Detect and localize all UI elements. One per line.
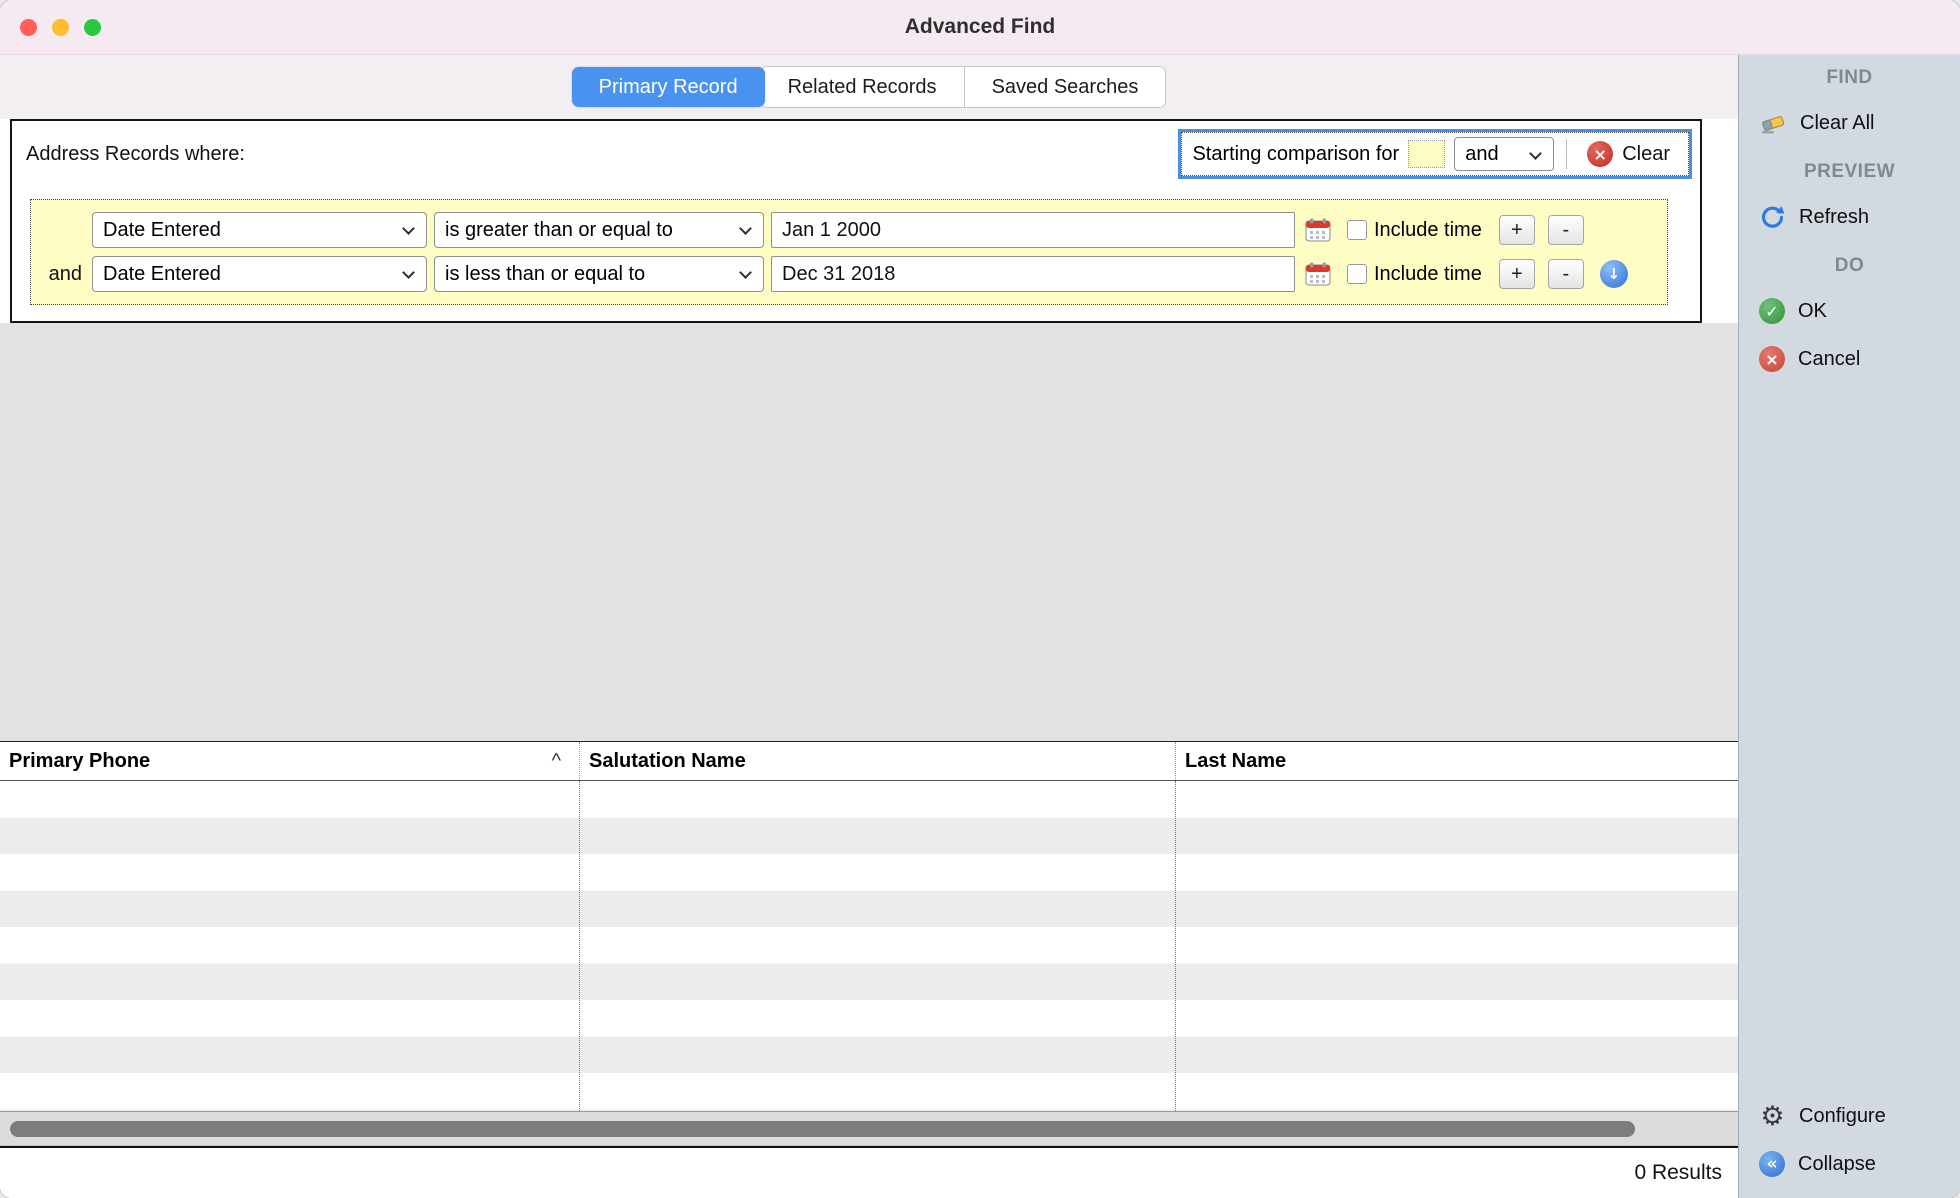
starting-comparison-box: Starting comparison for and × Clear xyxy=(1178,129,1692,179)
down-arrow-icon: ↓ xyxy=(1608,265,1621,283)
results-table-body xyxy=(0,781,1738,1111)
column-header-label: Salutation Name xyxy=(589,750,746,773)
collapse-icon: « xyxy=(1759,1151,1785,1177)
zoom-button[interactable] xyxy=(84,19,101,36)
include-time-label: Include time xyxy=(1374,219,1482,242)
calendar-icon xyxy=(1305,262,1331,286)
include-time-checkbox[interactable] xyxy=(1347,220,1367,240)
conjunction-label: and xyxy=(39,263,85,286)
operator-select[interactable]: is greater than or equal to xyxy=(434,212,764,248)
include-time-checkbox[interactable] xyxy=(1347,264,1367,284)
value-input[interactable] xyxy=(771,212,1295,248)
refresh-icon xyxy=(1759,204,1786,231)
window-title: Advanced Find xyxy=(905,15,1056,39)
chevron-down-icon xyxy=(1529,147,1542,160)
clear-all-label: Clear All xyxy=(1800,112,1874,135)
starting-comparison-inner: Starting comparison for and × Clear xyxy=(1181,132,1689,176)
starting-operator-select[interactable]: and xyxy=(1454,137,1554,171)
field-select[interactable]: Date Entered xyxy=(92,256,427,292)
column-header-last-name[interactable]: Last Name xyxy=(1175,742,1738,780)
collapse-button[interactable]: « Collapse xyxy=(1739,1140,1960,1188)
query-canvas xyxy=(0,323,1738,741)
results-count: 0 Results xyxy=(1634,1161,1722,1185)
close-button[interactable] xyxy=(20,19,37,36)
query-panel-header: Address Records where: Starting comparis… xyxy=(12,121,1700,187)
chevron-down-icon xyxy=(402,266,415,279)
condition-row: and Date Entered is less than or equal t… xyxy=(39,252,1659,296)
do-section-header: DO xyxy=(1739,255,1960,277)
advanced-find-window: Advanced Find Primary Record Related Rec… xyxy=(0,0,1960,1198)
insert-condition-button[interactable]: ↓ xyxy=(1600,260,1628,288)
tab-group: Related Records Saved Searches xyxy=(760,66,1167,108)
query-builder-panel: Address Records where: Starting comparis… xyxy=(10,119,1702,323)
column-divider xyxy=(579,781,580,1111)
divider xyxy=(1566,139,1567,169)
column-divider xyxy=(1175,781,1176,1111)
find-section-header: FIND xyxy=(1739,67,1960,89)
column-header-label: Primary Phone xyxy=(9,750,150,773)
starting-comparison-value-input[interactable] xyxy=(1408,140,1445,168)
ok-button[interactable]: ✓ OK xyxy=(1739,287,1960,335)
field-select-value: Date Entered xyxy=(103,263,221,286)
where-label: Address Records where: xyxy=(26,143,245,166)
remove-condition-button[interactable]: - xyxy=(1548,259,1584,289)
operator-select-value: is less than or equal to xyxy=(445,263,645,286)
refresh-button[interactable]: Refresh xyxy=(1739,193,1960,241)
column-header-salutation-name[interactable]: Salutation Name xyxy=(579,742,1175,780)
chevron-down-icon xyxy=(402,222,415,235)
ok-icon: ✓ xyxy=(1759,298,1785,324)
sidebar-footer: ⚙ Configure « Collapse xyxy=(1739,1092,1960,1198)
window-controls xyxy=(20,0,101,54)
clear-all-button[interactable]: Clear All xyxy=(1739,99,1960,147)
action-sidebar: FIND Clear All PREVIEW Refresh xyxy=(1738,55,1960,1198)
operator-select[interactable]: is less than or equal to xyxy=(434,256,764,292)
collapse-label: Collapse xyxy=(1798,1153,1876,1176)
column-header-label: Last Name xyxy=(1185,750,1286,773)
preview-section-header: PREVIEW xyxy=(1739,161,1960,183)
column-header-primary-phone[interactable]: Primary Phone ^ xyxy=(0,742,579,780)
field-select-value: Date Entered xyxy=(103,219,221,242)
tab-saved-searches[interactable]: Saved Searches xyxy=(964,67,1166,107)
clear-icon: × xyxy=(1587,141,1613,167)
calendar-button[interactable] xyxy=(1302,215,1334,245)
status-bar: 0 Results xyxy=(0,1146,1738,1198)
refresh-label: Refresh xyxy=(1799,206,1869,229)
clear-button-label: Clear xyxy=(1622,143,1670,166)
ok-label: OK xyxy=(1798,300,1827,323)
cancel-icon: × xyxy=(1759,346,1785,372)
operator-select-value: is greater than or equal to xyxy=(445,219,673,242)
results-table-header: Primary Phone ^ Salutation Name Last Nam… xyxy=(0,741,1738,781)
include-time-label: Include time xyxy=(1374,263,1482,286)
clear-comparison-button[interactable]: × Clear xyxy=(1579,141,1678,167)
sort-ascending-icon: ^ xyxy=(552,750,561,773)
cancel-button[interactable]: × Cancel xyxy=(1739,335,1960,383)
calendar-icon xyxy=(1305,218,1331,242)
remove-condition-button[interactable]: - xyxy=(1548,215,1584,245)
add-condition-button[interactable]: + xyxy=(1499,259,1535,289)
configure-label: Configure xyxy=(1799,1105,1886,1128)
tab-primary-record[interactable]: Primary Record xyxy=(572,67,765,107)
gear-icon: ⚙ xyxy=(1759,1103,1786,1130)
configure-button[interactable]: ⚙ Configure xyxy=(1739,1092,1960,1140)
condition-group: Date Entered is greater than or equal to xyxy=(30,199,1668,305)
clear-all-icon xyxy=(1759,111,1787,135)
starting-operator-value: and xyxy=(1465,143,1498,166)
cancel-label: Cancel xyxy=(1798,348,1860,371)
chevron-down-icon xyxy=(739,222,752,235)
add-condition-button[interactable]: + xyxy=(1499,215,1535,245)
horizontal-scrollbar[interactable] xyxy=(0,1111,1738,1146)
scrollbar-thumb[interactable] xyxy=(10,1121,1635,1137)
value-input[interactable] xyxy=(771,256,1295,292)
starting-comparison-label: Starting comparison for xyxy=(1192,143,1399,166)
field-select[interactable]: Date Entered xyxy=(92,212,427,248)
calendar-button[interactable] xyxy=(1302,259,1334,289)
minimize-button[interactable] xyxy=(52,19,69,36)
condition-row: Date Entered is greater than or equal to xyxy=(39,208,1659,252)
tab-bar: Primary Record Related Records Saved Sea… xyxy=(0,55,1738,119)
tab-related-records[interactable]: Related Records xyxy=(761,67,964,107)
chevron-down-icon xyxy=(739,266,752,279)
titlebar: Advanced Find xyxy=(0,0,1960,55)
